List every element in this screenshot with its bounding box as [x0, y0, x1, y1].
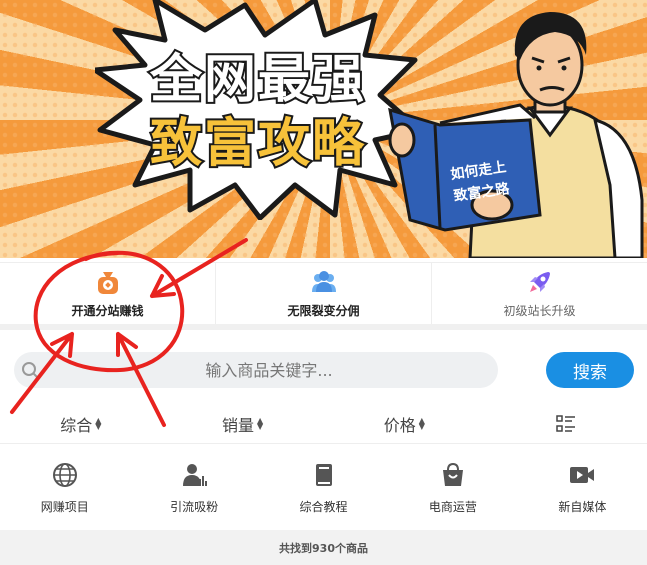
- users-icon: [311, 271, 336, 292]
- sort-sales-label: 销量: [222, 415, 255, 435]
- headline-line-1: 全网最强: [148, 48, 366, 112]
- category-online-earning[interactable]: 网赚项目: [0, 454, 129, 526]
- man-reading-illustration: [388, 12, 644, 258]
- search-input[interactable]: [44, 352, 494, 388]
- page: 全网最强 致富攻略 如何走上 致富之路 开通分站赚钱 无限裂变分佣 初级站长升级…: [0, 0, 647, 565]
- sort-overall[interactable]: 综合 ▲ ▼: [0, 404, 162, 443]
- list-view-icon: [556, 414, 576, 432]
- feature-unlimited-commission[interactable]: 无限裂变分佣: [216, 263, 432, 324]
- rocket-icon: [529, 272, 550, 292]
- category-label: 新自媒体: [558, 500, 607, 514]
- view-toggle-button[interactable]: [485, 404, 647, 443]
- search-bar: [14, 352, 498, 388]
- category-tutorials[interactable]: 综合教程: [259, 454, 388, 526]
- search-button[interactable]: 搜索: [546, 352, 634, 388]
- category-label: 引流吸粉: [170, 500, 219, 514]
- globe-icon: [52, 463, 77, 487]
- shopping-bag-icon: [442, 462, 463, 486]
- sort-sales[interactable]: 销量 ▲ ▼: [162, 404, 324, 443]
- sort-arrows-icon: ▲ ▼: [95, 415, 102, 431]
- headline-line-2: 致富攻略: [148, 112, 366, 176]
- book-icon: [315, 464, 332, 486]
- feature-label-unlimited-commission: 无限裂变分佣: [287, 304, 360, 318]
- sort-arrows-icon: ▲ ▼: [257, 415, 264, 431]
- feature-label-open-substation: 开通分站赚钱: [71, 304, 144, 318]
- category-traffic[interactable]: 引流吸粉: [129, 454, 258, 526]
- category-label: 电商运营: [428, 500, 477, 514]
- category-ecommerce[interactable]: 电商运营: [388, 454, 517, 526]
- result-count-text: 共找到930个商品: [279, 541, 368, 555]
- video-icon: [570, 467, 595, 483]
- category-row: 网赚项目 引流吸粉 综合教程 电商运营 新自媒体: [0, 454, 647, 526]
- sort-overall-label: 综合: [60, 415, 93, 435]
- feature-upgrade-station[interactable]: 初级站长升级: [432, 263, 647, 324]
- category-label: 网赚项目: [40, 500, 89, 514]
- user-stats-icon: [183, 464, 208, 486]
- sort-row: 综合 ▲ ▼ 销量 ▲ ▼ 价格 ▲ ▼: [0, 404, 647, 444]
- search-icon: [22, 362, 39, 379]
- banner-headline: 全网最强 致富攻略: [128, 48, 388, 176]
- sort-price[interactable]: 价格 ▲ ▼: [324, 404, 486, 443]
- feature-label-upgrade-station: 初级站长升级: [503, 304, 576, 318]
- feature-open-substation[interactable]: 开通分站赚钱: [0, 263, 216, 324]
- sort-price-label: 价格: [383, 415, 416, 435]
- result-count: 共找到930个商品: [0, 530, 647, 565]
- money-bag-icon: [97, 272, 118, 294]
- sort-arrows-icon: ▲ ▼: [418, 415, 425, 431]
- category-new-media[interactable]: 新自媒体: [518, 454, 647, 526]
- promo-banner[interactable]: 全网最强 致富攻略 如何走上 致富之路: [0, 0, 647, 258]
- feature-row: 开通分站赚钱 无限裂变分佣 初级站长升级: [0, 262, 647, 330]
- category-label: 综合教程: [299, 500, 348, 514]
